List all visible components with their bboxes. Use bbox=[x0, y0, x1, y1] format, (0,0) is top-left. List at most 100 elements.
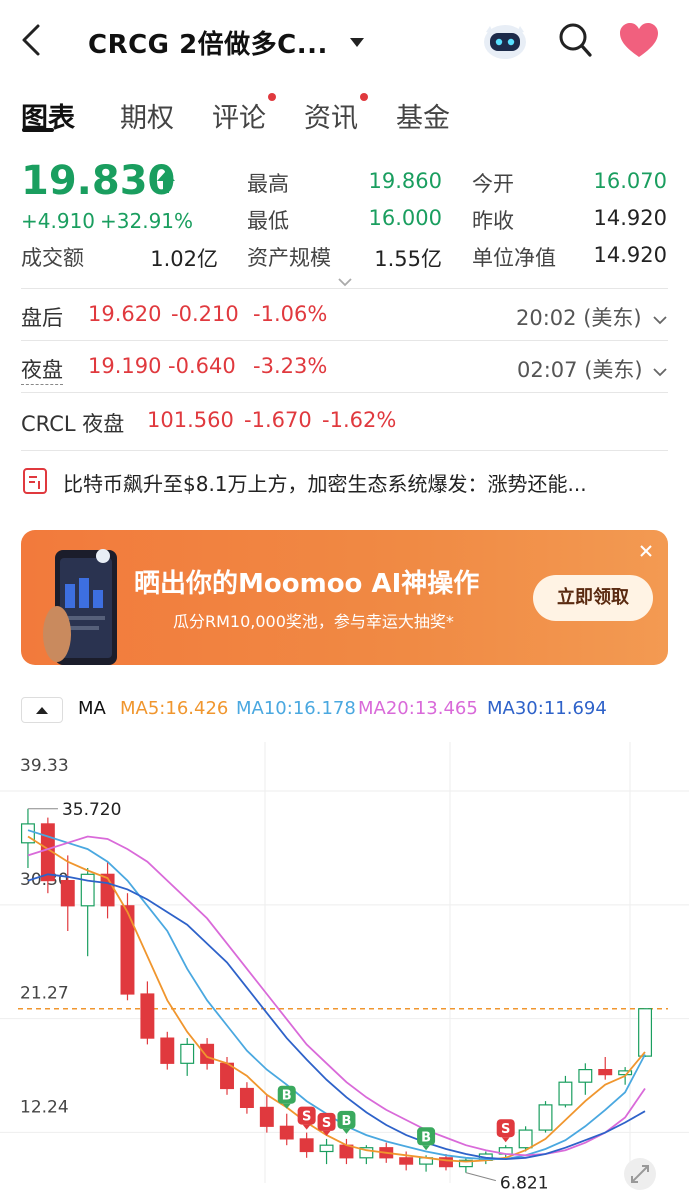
news-headline[interactable]: 比特币飙升至$8.1万上方，加密生态系统爆发：涨势还能... bbox=[63, 468, 661, 497]
divider bbox=[21, 340, 668, 341]
after-hours-price: 19.620 bbox=[88, 302, 162, 326]
nav-value: 14.920 bbox=[593, 243, 667, 267]
open-label: 今开 bbox=[472, 172, 514, 196]
tab-news[interactable]: 资讯 bbox=[304, 96, 358, 135]
fullscreen-icon[interactable] bbox=[624, 1158, 656, 1190]
tab-news-dot bbox=[360, 93, 368, 101]
chevron-down-icon[interactable] bbox=[653, 310, 667, 329]
after-hours-label: 盘后 bbox=[21, 306, 63, 330]
price-up-arrow-icon bbox=[157, 171, 175, 197]
caret-down-icon[interactable] bbox=[350, 33, 364, 52]
y-tick-label: 21.27 bbox=[20, 984, 69, 1004]
overnight-label[interactable]: 夜盘 bbox=[21, 354, 63, 385]
candle-body bbox=[120, 905, 135, 995]
ma5-legend: MA5:16.426 bbox=[120, 698, 229, 719]
page-title[interactable]: CRCG 2倍做多C... bbox=[88, 24, 328, 61]
open-value: 16.070 bbox=[593, 169, 667, 193]
turnover-value: 1.02亿 bbox=[150, 247, 218, 271]
ma20-legend: MA20:13.465 bbox=[358, 698, 478, 719]
candle-body bbox=[140, 993, 155, 1039]
back-icon[interactable] bbox=[18, 22, 48, 58]
candle-body bbox=[239, 1087, 254, 1108]
ma-label: MA bbox=[78, 698, 106, 719]
y-tick-label: 39.33 bbox=[20, 756, 69, 776]
tab-comments-dot bbox=[268, 93, 276, 101]
low-label: 最低 bbox=[247, 209, 289, 233]
close-icon[interactable] bbox=[637, 542, 655, 564]
y-tick-label: 12.24 bbox=[20, 1097, 69, 1117]
candle-body bbox=[319, 1144, 334, 1153]
prev-close-label: 昨收 bbox=[472, 209, 514, 233]
aum-label: 资产规模 bbox=[247, 246, 331, 270]
divider bbox=[21, 288, 668, 289]
overnight-price: 19.190 bbox=[88, 354, 162, 378]
overnight-change: -0.640 bbox=[168, 354, 236, 378]
candle-body bbox=[399, 1157, 414, 1165]
ai-robot-icon[interactable] bbox=[480, 18, 530, 62]
candle-body bbox=[60, 880, 75, 907]
signal-label: B bbox=[282, 1089, 292, 1104]
high-marker-label: 35.720 bbox=[62, 800, 121, 820]
underlying-change: -1.670 bbox=[244, 408, 312, 432]
candle-body bbox=[558, 1081, 573, 1106]
after-hours-change: -0.210 bbox=[171, 302, 239, 326]
aum-value: 1.55亿 bbox=[374, 247, 442, 271]
underlying-pct: -1.62% bbox=[322, 408, 397, 432]
candle-body bbox=[180, 1043, 195, 1064]
price-change: +4.910 bbox=[21, 209, 96, 233]
signal-label: B bbox=[421, 1130, 431, 1145]
signal-badge-pointer bbox=[501, 1137, 510, 1143]
high-value: 19.860 bbox=[368, 169, 442, 193]
candle-body bbox=[598, 1069, 613, 1076]
candle-body bbox=[538, 1104, 553, 1131]
signal-label: S bbox=[501, 1122, 510, 1137]
tab-comments[interactable]: 评论 bbox=[212, 96, 266, 135]
signal-badge-pointer bbox=[302, 1124, 311, 1130]
tab-options[interactable]: 期权 bbox=[120, 96, 174, 135]
overnight-time: 02:07 (美东) bbox=[517, 358, 643, 382]
signal-badge-pointer bbox=[422, 1145, 431, 1151]
kline-chart[interactable]: 39.3330.3021.2712.2435.7206.821BSSBBS bbox=[0, 728, 689, 1199]
underlying-price: 101.560 bbox=[147, 408, 234, 432]
signal-badge-pointer bbox=[342, 1128, 351, 1134]
news-doc-icon bbox=[22, 467, 48, 499]
signal-label: S bbox=[302, 1110, 311, 1125]
after-hours-pct: -1.06% bbox=[253, 302, 328, 326]
candle-body bbox=[518, 1129, 533, 1149]
last-price: 19.830 bbox=[21, 158, 176, 204]
candle-body bbox=[638, 1008, 653, 1057]
tab-fund[interactable]: 基金 bbox=[396, 96, 450, 135]
ma30-legend: MA30:11.694 bbox=[487, 698, 607, 719]
search-icon[interactable] bbox=[557, 20, 593, 60]
prev-close-value: 14.920 bbox=[593, 206, 667, 230]
candle-body bbox=[200, 1043, 215, 1064]
nav-label: 单位净值 bbox=[472, 246, 556, 270]
divider bbox=[21, 392, 668, 393]
tab-active-underline bbox=[22, 128, 54, 132]
divider bbox=[21, 450, 668, 451]
candle-body bbox=[279, 1125, 294, 1140]
ma10-legend: MA10:16.178 bbox=[236, 698, 356, 719]
candle-body bbox=[160, 1037, 175, 1064]
signal-label: S bbox=[322, 1116, 331, 1131]
favorite-heart-icon[interactable] bbox=[618, 22, 660, 60]
low-value: 16.000 bbox=[368, 206, 442, 230]
turnover-label: 成交额 bbox=[21, 246, 84, 270]
low-marker-line bbox=[465, 1172, 497, 1182]
candle-body bbox=[299, 1138, 314, 1153]
phone-illustration bbox=[35, 544, 135, 665]
overnight-pct: -3.23% bbox=[253, 354, 328, 378]
price-change-pct: +32.91% bbox=[100, 209, 194, 233]
claim-button[interactable]: 立即领取 bbox=[533, 575, 653, 621]
signal-label: B bbox=[341, 1114, 351, 1129]
banner-subtitle: 瓜分RM10,000奖池，参与幸运大抽奖* bbox=[173, 612, 454, 631]
promo-banner[interactable]: 晒出你的Moomoo AI神操作 瓜分RM10,000奖池，参与幸运大抽奖* 立… bbox=[21, 530, 668, 665]
chevron-down-icon[interactable] bbox=[653, 362, 667, 381]
low-marker-label: 6.821 bbox=[500, 1174, 549, 1194]
high-label: 最高 bbox=[247, 172, 289, 196]
collapse-chart-button[interactable] bbox=[21, 697, 63, 723]
underlying-label[interactable]: CRCL 夜盘 bbox=[21, 408, 124, 438]
candle-body bbox=[259, 1106, 274, 1127]
candle-body bbox=[578, 1069, 593, 1083]
after-hours-time: 20:02 (美东) bbox=[516, 306, 642, 330]
